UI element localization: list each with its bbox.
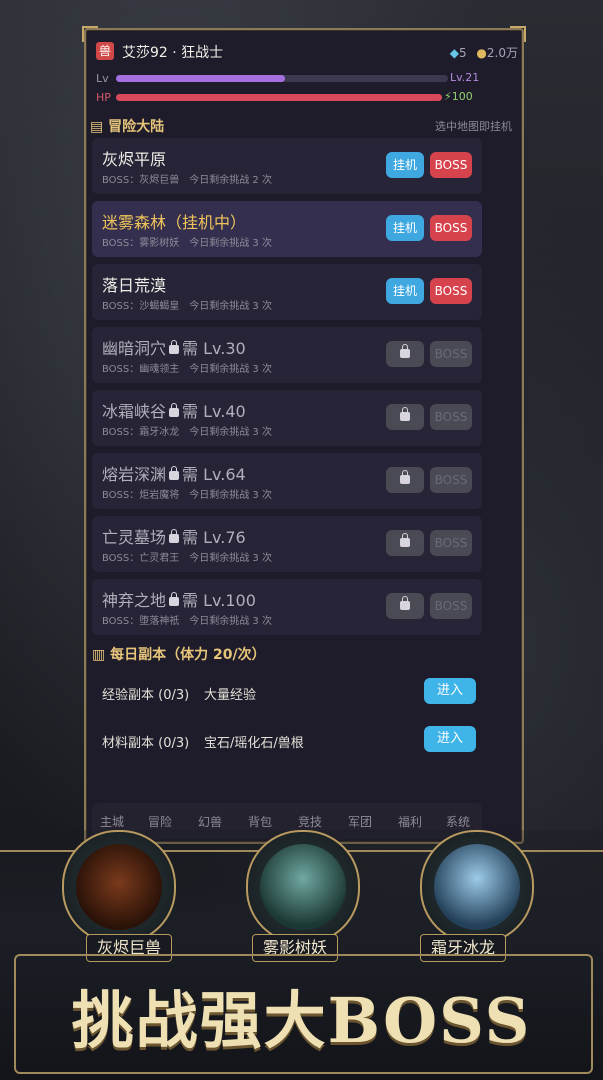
boss-portrait-ember: [62, 830, 176, 944]
exp-bar: [116, 75, 448, 82]
dungeon-icon: ▥: [92, 647, 106, 663]
frost-dragon-icon: [434, 844, 520, 930]
map-name: 落日荒漠: [102, 276, 167, 295]
lock-icon: [400, 596, 410, 610]
map-name-row: 冰霜峡谷需 Lv.40: [102, 402, 246, 421]
map-card-locked[interactable]: 亡灵墓场需 Lv.76 BOSS：亡灵君王 今日剩余挑战 3 次 BOSS: [92, 516, 482, 572]
lock-icon: [400, 533, 410, 547]
lock-icon: [169, 592, 180, 606]
enter-button[interactable]: 进入: [424, 678, 476, 704]
tab-welfare[interactable]: 福利: [398, 813, 422, 830]
locked-boss-button[interactable]: BOSS: [430, 341, 472, 367]
lock-icon: [400, 470, 410, 484]
book-icon: ▤: [90, 119, 104, 135]
map-name-row: 幽暗洞穴需 Lv.30: [102, 339, 246, 358]
dungeon-name: 经验副本 (0/3): [102, 688, 190, 703]
locked-idle-button[interactable]: [386, 404, 424, 430]
map-subtitle: BOSS：炬岩魔将 今日剩余挑战 3 次: [102, 490, 272, 501]
adventure-title: ▤ 冒险大陆: [90, 119, 165, 135]
boss-button[interactable]: BOSS: [430, 152, 472, 178]
map-subtitle: BOSS：亡灵君王 今日剩余挑战 3 次: [102, 553, 272, 564]
boss-button[interactable]: BOSS: [430, 215, 472, 241]
idle-button[interactable]: 挂机: [386, 152, 424, 178]
map-name: 迷雾森林（挂机中）: [102, 213, 247, 232]
lock-icon: [169, 529, 180, 543]
gold-icon: ●: [476, 46, 487, 60]
map-card-locked[interactable]: 冰霜峡谷需 Lv.40 BOSS：霜牙冰龙 今日剩余挑战 3 次 BOSS: [92, 390, 482, 446]
energy-value: ⚡100: [444, 90, 473, 103]
locked-boss-button[interactable]: BOSS: [430, 404, 472, 430]
enter-button[interactable]: 进入: [424, 726, 476, 752]
daily-row: 材料副本 (0/3) 宝石/瑶化石/兽根 进入: [102, 726, 478, 754]
fog-treant-icon: [260, 844, 346, 930]
map-subtitle: BOSS：霜牙冰龙 今日剩余挑战 3 次: [102, 427, 272, 438]
dungeon-desc: 宝石/瑶化石/兽根: [204, 736, 304, 751]
map-card-locked[interactable]: 熔岩深渊需 Lv.64 BOSS：炬岩魔将 今日剩余挑战 3 次 BOSS: [92, 453, 482, 509]
tab-beast[interactable]: 幻兽: [198, 813, 222, 830]
locked-idle-button[interactable]: [386, 467, 424, 493]
lock-icon: [169, 403, 180, 417]
lock-icon: [400, 407, 410, 421]
locked-boss-button[interactable]: BOSS: [430, 530, 472, 556]
map-name-row: 亡灵墓场需 Lv.76: [102, 528, 246, 547]
lv-label: Lv: [96, 72, 109, 85]
tab-adventure[interactable]: 冒险: [148, 813, 172, 830]
hp-row: HP ⚡100: [96, 90, 473, 104]
map-name-row: 神弃之地需 Lv.100: [102, 591, 256, 610]
locked-idle-button[interactable]: [386, 593, 424, 619]
locked-idle-button[interactable]: [386, 530, 424, 556]
job-icon: 兽: [96, 42, 114, 60]
hp-bar: [116, 94, 442, 101]
lock-icon: [400, 344, 410, 358]
boss-button[interactable]: BOSS: [430, 278, 472, 304]
locked-idle-button[interactable]: [386, 341, 424, 367]
locked-boss-button[interactable]: BOSS: [430, 593, 472, 619]
boss-portrait-frost: [420, 830, 534, 944]
idle-button[interactable]: 挂机: [386, 215, 424, 241]
ember-beast-icon: [76, 844, 162, 930]
lock-icon: [169, 466, 180, 480]
map-subtitle: BOSS：灰烬巨兽 今日剩余挑战 2 次: [102, 175, 272, 186]
idle-button[interactable]: 挂机: [386, 278, 424, 304]
daily-row: 经验副本 (0/3) 大量经验 进入: [102, 678, 478, 706]
game-panel: 兽 艾莎92 · 狂战士 ◆5 ●2.0万 Lv Lv.21 HP ⚡100 ▤…: [82, 26, 526, 844]
currency-display: ◆5 ●2.0万: [450, 44, 518, 61]
dungeon-desc: 大量经验: [204, 688, 257, 703]
gold-count: 2.0万: [486, 46, 518, 60]
lock-icon: [169, 340, 180, 354]
dungeon-name: 材料副本 (0/3): [102, 736, 190, 751]
map-card[interactable]: 灰烬平原 BOSS：灰烬巨兽 今日剩余挑战 2 次 挂机 BOSS: [92, 138, 482, 194]
tab-arena[interactable]: 竞技: [298, 813, 322, 830]
tab-main[interactable]: 主城: [100, 813, 124, 830]
tab-system[interactable]: 系统: [446, 813, 470, 830]
map-card[interactable]: 落日荒漠 BOSS：沙蝎蝎皇 今日剩余挑战 3 次 挂机 BOSS: [92, 264, 482, 320]
boss-portrait-fog: [246, 830, 360, 944]
hp-fill: [116, 94, 442, 101]
tab-bag[interactable]: 背包: [248, 813, 272, 830]
adventure-hint: 选中地图即挂机: [435, 120, 512, 133]
level-row: Lv Lv.21: [96, 71, 479, 85]
player-header: 兽 艾莎92 · 狂战士 ◆5 ●2.0万 Lv Lv.21 HP ⚡100: [92, 34, 518, 108]
exp-fill: [116, 75, 286, 82]
daily-title: ▥ 每日副本（体力 20/次）: [92, 647, 266, 663]
map-name: 灰烬平原: [102, 150, 167, 169]
map-card-locked[interactable]: 神弃之地需 Lv.100 BOSS：堕落神祇 今日剩余挑战 3 次 BOSS: [92, 579, 482, 635]
locked-boss-button[interactable]: BOSS: [430, 467, 472, 493]
map-name-row: 熔岩深渊需 Lv.64: [102, 465, 246, 484]
map-card-locked[interactable]: 幽暗洞穴需 Lv.30 BOSS：幽魂领主 今日剩余挑战 3 次 BOSS: [92, 327, 482, 383]
banner-title: 挑战强大BOSS: [71, 984, 532, 1057]
frame-corner: [510, 26, 526, 42]
map-subtitle: BOSS：雾影树妖 今日剩余挑战 3 次: [102, 238, 272, 249]
hp-label: HP: [96, 91, 111, 104]
map-subtitle: BOSS：沙蝎蝎皇 今日剩余挑战 3 次: [102, 301, 272, 312]
gem-icon: ◆: [449, 46, 459, 60]
map-subtitle: BOSS：堕落神祇 今日剩余挑战 3 次: [102, 616, 272, 627]
level-value: Lv.21: [450, 71, 480, 84]
lightning-icon: ⚡: [444, 90, 452, 103]
gem-count: 5: [458, 46, 467, 60]
map-card-active[interactable]: 迷雾森林（挂机中） BOSS：雾影树妖 今日剩余挑战 3 次 挂机 BOSS: [92, 201, 482, 257]
tab-guild[interactable]: 军团: [348, 813, 372, 830]
map-subtitle: BOSS：幽魂领主 今日剩余挑战 3 次: [102, 364, 272, 375]
player-name: 艾莎92 · 狂战士: [122, 45, 224, 61]
